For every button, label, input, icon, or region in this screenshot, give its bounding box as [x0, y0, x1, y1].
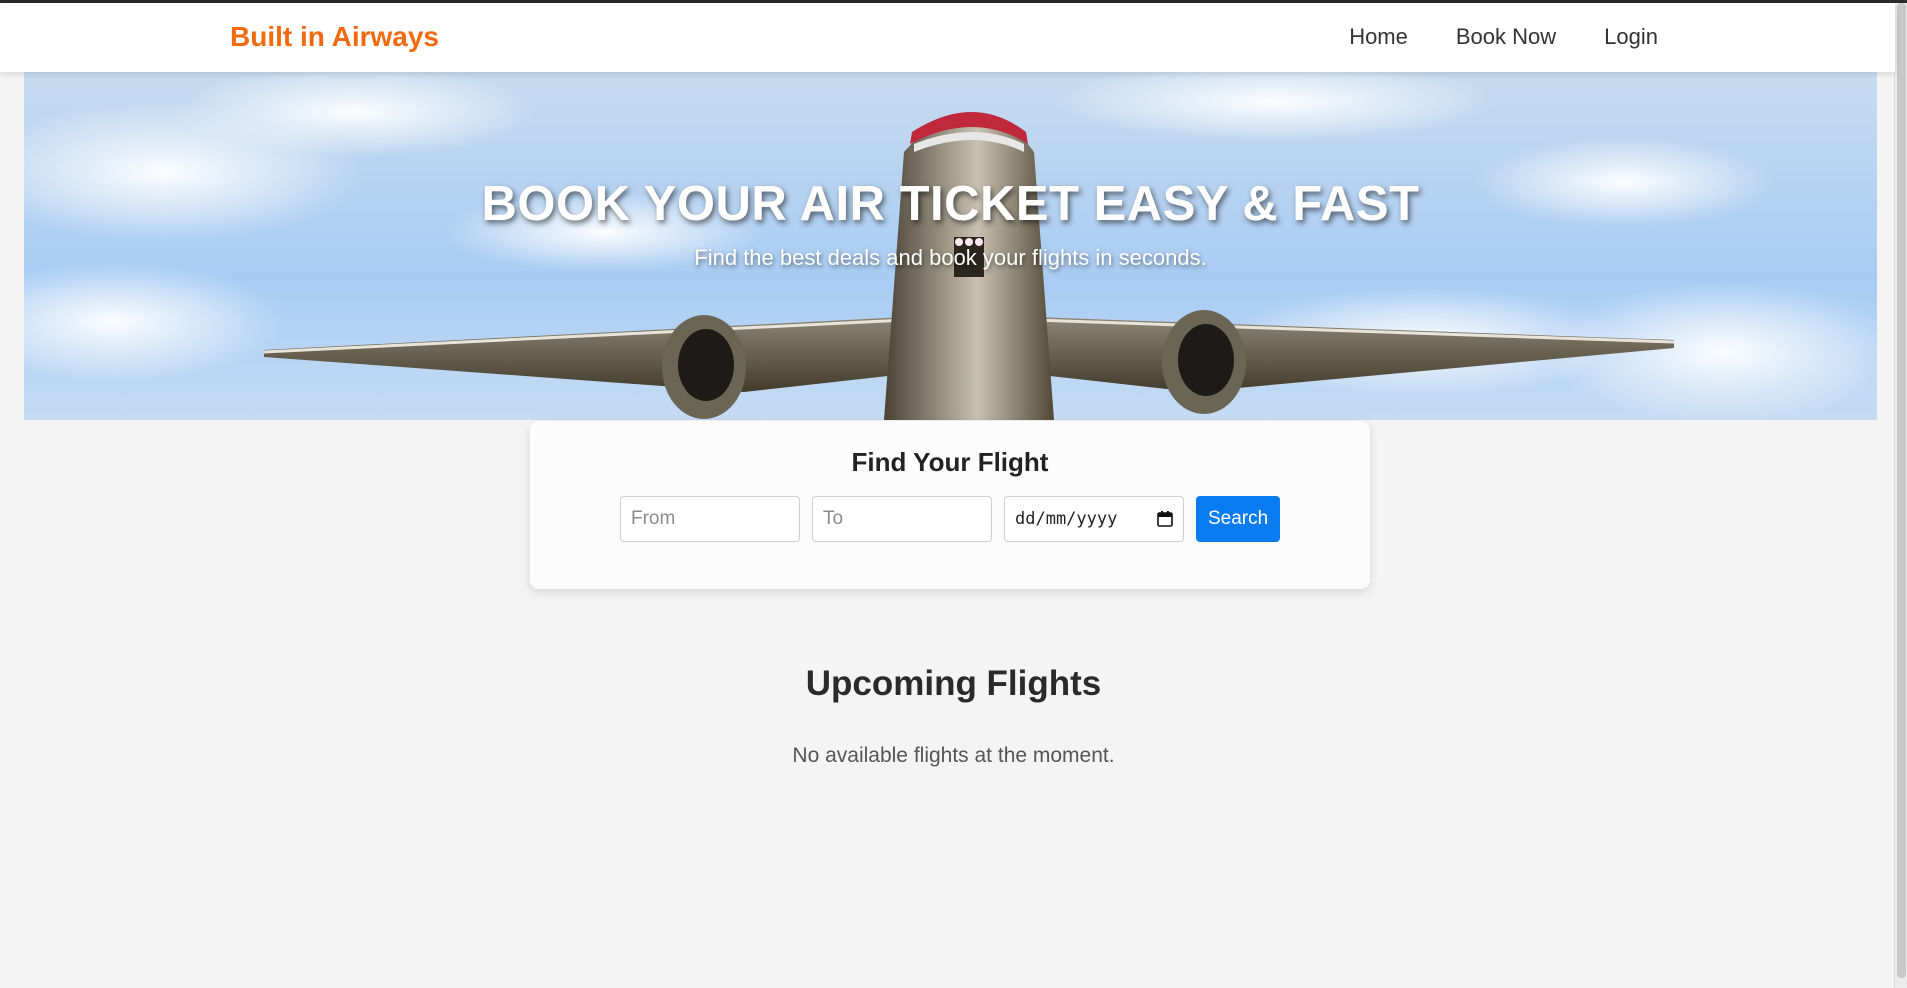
no-flights-message: No available flights at the moment. [792, 744, 1115, 767]
hero-subtitle: Find the best deals and book your flight… [694, 245, 1207, 270]
from-input[interactable] [620, 496, 800, 542]
date-input[interactable]: dd/mm/yyyy [1004, 496, 1184, 542]
to-input[interactable] [812, 496, 992, 542]
flight-search-card: Find Your Flight dd/mm/yyyy Search [530, 421, 1370, 589]
site-header: Built in Airways Home Book Now Login [0, 3, 1895, 72]
search-title: Find Your Flight [851, 447, 1049, 477]
scrollbar-thumb[interactable] [1897, 3, 1906, 978]
date-placeholder: dd/mm/yyyy [1015, 509, 1118, 529]
upcoming-flights-title: Upcoming Flights [805, 664, 1102, 704]
nav-home-link[interactable]: Home [1349, 24, 1408, 50]
main-nav: Home Book Now Login [1349, 24, 1658, 50]
hero-banner: BOOK YOUR AIR TICKET EASY & FAST Find th… [24, 72, 1877, 420]
calendar-icon[interactable] [1157, 511, 1173, 527]
nav-login-link[interactable]: Login [1604, 24, 1658, 50]
nav-book-now-link[interactable]: Book Now [1456, 24, 1556, 50]
scrollbar[interactable] [1894, 3, 1907, 988]
hero-title: BOOK YOUR AIR TICKET EASY & FAST [481, 177, 1420, 231]
search-button[interactable]: Search [1196, 496, 1281, 542]
site-logo[interactable]: Built in Airways [230, 21, 439, 53]
search-form: dd/mm/yyyy Search [620, 496, 1281, 542]
